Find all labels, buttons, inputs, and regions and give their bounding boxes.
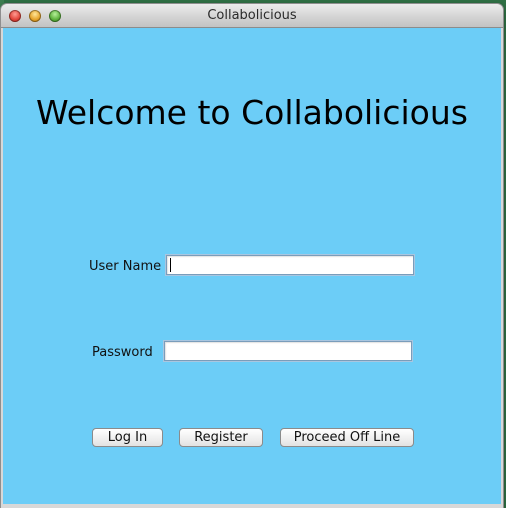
password-field-frame <box>164 341 412 361</box>
window-bottom-edge <box>1 504 503 508</box>
username-input[interactable] <box>167 256 413 274</box>
proceed-off-line-button[interactable]: Proceed Off Line <box>280 428 414 447</box>
login-panel: Welcome to Collabolicious User Name Pass… <box>3 28 501 504</box>
password-input[interactable] <box>165 342 411 360</box>
title-bar[interactable]: Collabolicious <box>1 4 503 28</box>
welcome-heading: Welcome to Collabolicious <box>36 93 468 132</box>
register-button[interactable]: Register <box>179 428 263 447</box>
window-title: Collabolicious <box>207 8 297 23</box>
username-label: User Name <box>89 259 162 274</box>
password-label: Password <box>92 345 153 360</box>
text-caret <box>170 258 171 272</box>
log-in-button[interactable]: Log In <box>92 428 163 447</box>
app-window: Collabolicious Welcome to Collabolicious… <box>1 4 503 508</box>
username-field-frame <box>166 255 414 275</box>
